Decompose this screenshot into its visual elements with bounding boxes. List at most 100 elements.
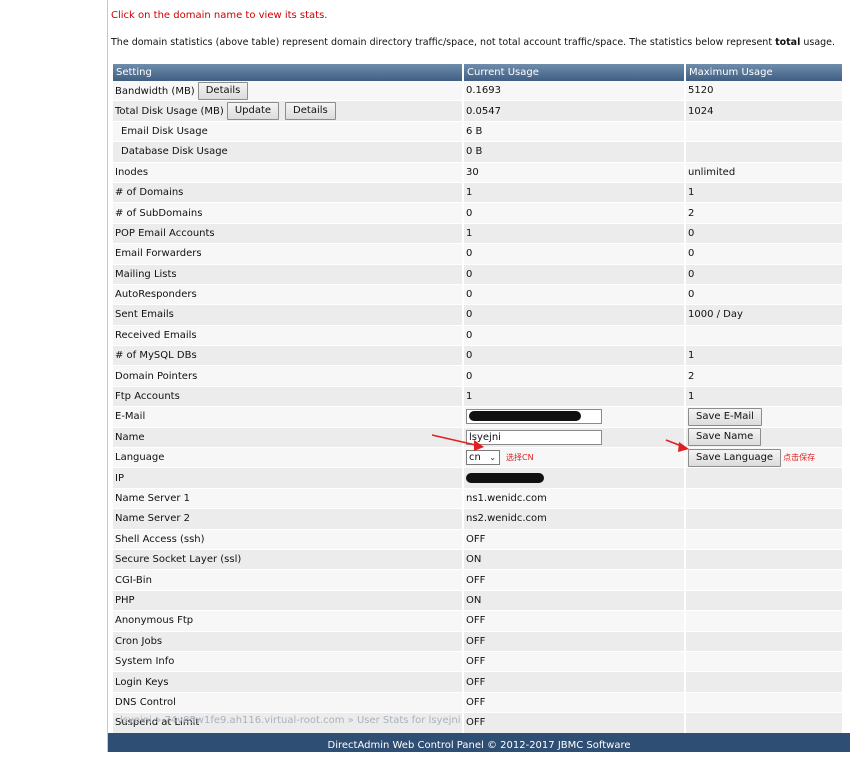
current-value: 0 [466, 268, 473, 280]
current-cell-of-mysql-dbs: 0 [464, 346, 686, 367]
annotation-select-cn: 选择CN [506, 453, 534, 463]
max-value: 1 [688, 350, 695, 362]
setting-cell-dns-control: DNS Control [113, 692, 464, 714]
breadcrumb-page: User Stats for lsyejni [356, 715, 461, 726]
current-cell-pop-email-accounts: 1 [464, 223, 686, 245]
max-cell-system-info [686, 651, 842, 673]
max-cell-cron-jobs [686, 631, 842, 652]
current-cell-shell-access-ssh: OFF [464, 529, 686, 550]
current-value: OFF [466, 696, 486, 708]
max-cell-secure-socket-layer-ssl [686, 549, 842, 571]
disk-update-button[interactable]: Update [226, 102, 280, 121]
save-email-button[interactable]: Save E-Mail [688, 407, 762, 426]
max-cell-inodes: unlimited [686, 162, 842, 183]
current-value: 0 [466, 309, 473, 321]
breadcrumb-user[interactable]: lsyejni [120, 715, 152, 726]
setting-label: # of MySQL DBs [115, 350, 197, 362]
max-cell-total-disk-usage-mb: 1024 [686, 101, 842, 122]
redacted-email [469, 411, 581, 422]
max-value: 1024 [688, 105, 714, 117]
setting-label: IP [115, 472, 124, 484]
save-name-button[interactable]: Save Name [688, 428, 762, 447]
table-row: CGI-Bin OFF [113, 570, 842, 591]
setting-cell-autoresponders: AutoResponders [113, 284, 464, 306]
setting-label: Received Emails [115, 329, 197, 341]
max-cell-shell-access-ssh [686, 529, 842, 550]
table-row: POP Email Accounts 1 0 [113, 223, 842, 245]
setting-label: Mailing Lists [115, 268, 177, 280]
max-cell-domain-pointers: 2 [686, 366, 842, 387]
max-cell-of-subdomains: 2 [686, 203, 842, 224]
setting-cell-mailing-lists: Mailing Lists [113, 264, 464, 285]
current-value: 0 B [466, 146, 483, 158]
setting-label: Anonymous Ftp [115, 615, 194, 627]
annotation-click-save: 点击保存 [783, 453, 816, 463]
setting-cell-of-domains: # of Domains [113, 182, 464, 204]
setting-label: Sent Emails [115, 309, 174, 321]
table-row: Inodes 30 unlimited [113, 162, 842, 183]
setting-label: Shell Access (ssh) [115, 533, 205, 545]
max-cell-of-domains: 1 [686, 182, 842, 204]
max-cell-mailing-lists: 0 [686, 264, 842, 285]
current-value: 0.0547 [466, 105, 501, 117]
current-value: 1 [466, 391, 473, 403]
current-value: OFF [466, 717, 486, 729]
current-value: OFF [466, 676, 486, 688]
current-value: 0 [466, 350, 473, 362]
setting-label: PHP [115, 594, 135, 606]
current-cell-total-disk-usage-mb: 0.0547 [464, 101, 686, 122]
current-value: ON [466, 554, 482, 566]
max-cell-name-server-2 [686, 509, 842, 530]
disk-details-button[interactable]: Details [285, 102, 336, 121]
setting-cell-email-forwarders: Email Forwarders [113, 244, 464, 265]
setting-cell-shell-access-ssh: Shell Access (ssh) [113, 529, 464, 550]
max-cell-sent-emails: 1000 / Day [686, 305, 842, 326]
main-content: Click on the domain name to view its sta… [108, 0, 850, 752]
setting-cell-total-disk-usage-mb: Total Disk Usage (MB) Update Details [113, 101, 464, 122]
max-value: 0 [688, 289, 695, 301]
current-value: ns2.wenidc.com [466, 513, 547, 525]
email-field[interactable] [466, 409, 602, 425]
notice-text: Click on the domain name to view its sta… [111, 10, 328, 21]
table-row: # of Domains 1 1 [113, 182, 842, 204]
setting-cell-of-subdomains: # of SubDomains [113, 203, 464, 224]
setting-cell-inodes: Inodes [113, 162, 464, 183]
footer: DirectAdmin Web Control Panel © 2012-201… [108, 733, 850, 752]
table-row: PHP ON [113, 590, 842, 612]
setting-cell-name-server-1: Name Server 1 [113, 488, 464, 510]
table-row: Email Disk Usage 6 B [113, 121, 842, 143]
max-cell-ip [686, 468, 842, 489]
setting-label: # of Domains [115, 187, 184, 199]
current-cell-cron-jobs: OFF [464, 631, 686, 652]
breadcrumb-host[interactable]: 74v85w1fe9.ah116.virtual-root.com [164, 715, 344, 726]
setting-cell-login-keys: Login Keys [113, 672, 464, 693]
current-value: ON [466, 594, 482, 606]
setting-cell-system-info: System Info [113, 651, 464, 673]
breadcrumb-separator-1: » [151, 715, 165, 726]
setting-label: Cron Jobs [115, 635, 163, 647]
max-value: 1000 / Day [688, 309, 743, 321]
table-row: Name Server 1 ns1.wenidc.com [113, 488, 842, 510]
setting-label: Inodes [115, 166, 149, 178]
setting-label: Name [115, 431, 145, 443]
setting-cell-anonymous-ftp: Anonymous Ftp [113, 611, 464, 632]
save-language-button[interactable]: Save Language [688, 448, 782, 467]
current-cell-cgi-bin: OFF [464, 570, 686, 591]
current-cell-secure-socket-layer-ssl: ON [464, 549, 686, 571]
current-value: 0.1693 [466, 85, 501, 97]
setting-label: Secure Socket Layer (ssl) [115, 554, 242, 566]
max-cell-name: Save Name [686, 427, 842, 449]
current-cell-e-mail [464, 407, 686, 428]
current-cell-system-info: OFF [464, 651, 686, 673]
current-cell-received-emails: 0 [464, 325, 686, 347]
setting-cell-php: PHP [113, 590, 464, 612]
table-row: # of MySQL DBs 0 1 [113, 346, 842, 367]
current-value: 0 [466, 329, 473, 341]
bandwidth-details-button[interactable]: Details [197, 81, 249, 100]
setting-label: Email Disk Usage [121, 125, 208, 137]
setting-cell-email-disk-usage: Email Disk Usage [113, 121, 464, 143]
current-value: ns1.wenidc.com [466, 493, 547, 504]
redacted-ip [466, 472, 544, 483]
setting-cell-domain-pointers: Domain Pointers [113, 366, 464, 387]
max-value: 0 [688, 227, 695, 239]
